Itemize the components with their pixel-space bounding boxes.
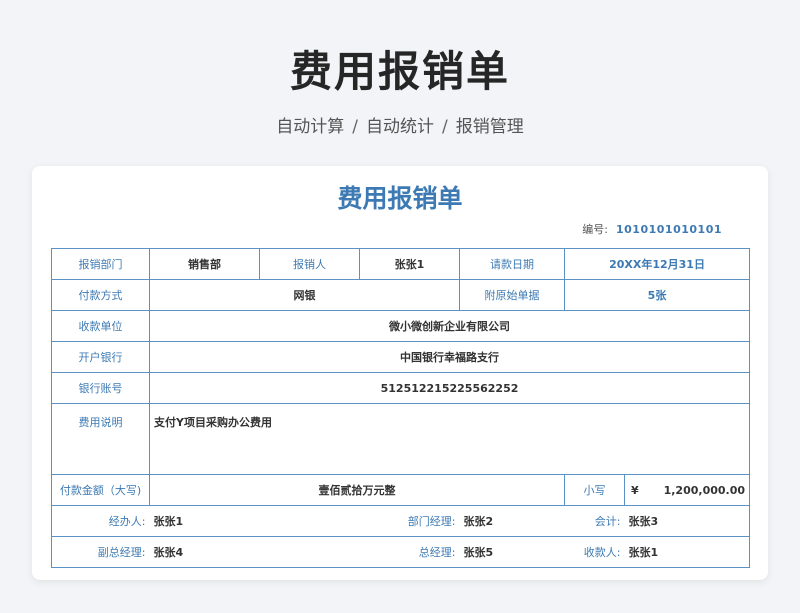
serial-label: 编号: xyxy=(582,223,608,236)
description-label: 费用说明 xyxy=(51,403,150,475)
amount-small-label: 小写 xyxy=(564,474,625,506)
subtitle-separator: / xyxy=(442,117,448,137)
table-row: 开户银行 中国银行幸福路支行 xyxy=(51,341,751,373)
table-row: 银行账号 512512215225562252 xyxy=(51,372,751,404)
gm-value[interactable]: 张张5 xyxy=(459,536,565,568)
receiver-value[interactable]: 张张1 xyxy=(624,536,751,568)
amount-words-value[interactable]: 壹佰贰拾万元整 xyxy=(149,474,565,506)
subtitle-separator: / xyxy=(352,117,358,137)
claimant-value[interactable]: 张张1 xyxy=(359,248,460,280)
payment-method-label: 付款方式 xyxy=(51,279,150,311)
payment-method-value[interactable]: 网银 xyxy=(149,279,460,311)
request-date-label: 请款日期 xyxy=(459,248,565,280)
dept-manager-value[interactable]: 张张2 xyxy=(459,505,565,537)
deputy-gm-value[interactable]: 张张4 xyxy=(149,536,260,568)
handler-label: 经办人: xyxy=(51,505,150,537)
attachments-value[interactable]: 5张 xyxy=(563,279,751,311)
account-value[interactable]: 512512215225562252 xyxy=(148,372,751,404)
table-row: 副总经理: 张张4 总经理: 张张5 收款人: 张张1 xyxy=(51,536,751,568)
currency-symbol: ¥ xyxy=(631,483,639,497)
table-row: 费用说明 支付Y项目采购办公费用 xyxy=(51,403,751,475)
table-row: 付款金额（大写) 壹佰贰拾万元整 小写 ¥1,200,000.00 xyxy=(51,474,751,506)
accountant-value[interactable]: 张张3 xyxy=(624,505,751,537)
bank-label: 开户银行 xyxy=(51,341,150,373)
claimant-label: 报销人 xyxy=(259,248,360,280)
reimbursement-form-card: 费用报销单 编号: 1010101010101 报销部门 销售部 报销人 张张1 … xyxy=(32,166,768,580)
table-row: 付款方式 网银 附原始单据 5张 xyxy=(51,279,751,311)
subtitle-item-reimbursement-mgmt: 报销管理 xyxy=(455,117,524,137)
department-value[interactable]: 销售部 xyxy=(149,248,260,280)
request-date-value[interactable]: 20XX年12月31日 xyxy=(563,248,751,280)
table-row: 经办人: 张张1 部门经理: 张张2 会计: 张张3 xyxy=(51,505,751,537)
payee-label: 收款单位 xyxy=(51,310,150,342)
form-title: 费用报销单 xyxy=(337,184,463,213)
handler-value[interactable]: 张张1 xyxy=(149,505,260,537)
account-label: 银行账号 xyxy=(51,372,150,404)
page-subtitle: 自动计算 / 自动统计 / 报销管理 xyxy=(0,112,800,137)
subtitle-item-auto-stats: 自动统计 xyxy=(366,117,434,137)
amount-small-value: 1,200,000.00 xyxy=(663,483,746,497)
accountant-label: 会计: xyxy=(564,505,625,537)
subtitle-item-auto-calc: 自动计算 xyxy=(276,117,345,137)
table-row: 报销部门 销售部 报销人 张张1 请款日期 20XX年12月31日 xyxy=(51,248,751,280)
amount-small-cell[interactable]: ¥1,200,000.00 xyxy=(623,474,751,506)
table-row: 收款单位 微小微创新企业有限公司 xyxy=(51,310,751,342)
reimbursement-table: 报销部门 销售部 报销人 张张1 请款日期 20XX年12月31日 付款方式 网… xyxy=(51,248,751,568)
gm-label: 总经理: xyxy=(259,536,460,568)
payee-value[interactable]: 微小微创新企业有限公司 xyxy=(148,310,751,342)
dept-manager-label: 部门经理: xyxy=(259,505,460,537)
description-value[interactable]: 支付Y项目采购办公费用 xyxy=(148,403,751,475)
amount-words-label: 付款金额（大写) xyxy=(51,474,150,506)
serial-number: 编号: 1010101010101 xyxy=(582,221,722,237)
deputy-gm-label: 副总经理: xyxy=(51,536,150,568)
bank-value[interactable]: 中国银行幸福路支行 xyxy=(148,341,751,373)
department-label: 报销部门 xyxy=(51,248,150,280)
page-title: 费用报销单 xyxy=(289,47,510,96)
serial-value[interactable]: 1010101010101 xyxy=(616,223,722,236)
receiver-label: 收款人: xyxy=(564,536,625,568)
attachments-label: 附原始单据 xyxy=(459,279,565,311)
